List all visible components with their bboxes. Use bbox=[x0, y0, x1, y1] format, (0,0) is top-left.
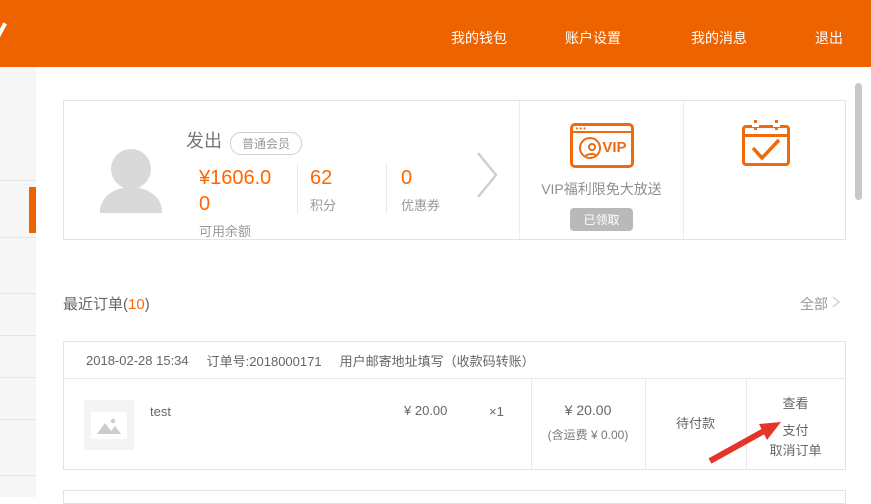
recent-orders-title: 最近订单(10) bbox=[63, 293, 150, 314]
top-header-bar: 我的钱包 账户设置 我的消息 退出 bbox=[0, 0, 871, 67]
coupons-value: 0 bbox=[401, 165, 440, 191]
order-card: 2018-02-28 15:34 订单号:2018000171 用户邮寄地址填写… bbox=[63, 341, 846, 470]
calendar-header-line bbox=[745, 134, 787, 137]
sidebar-divider bbox=[0, 237, 36, 238]
avatar-head-shape bbox=[111, 149, 151, 189]
order-total: ¥ 20.00 bbox=[531, 402, 645, 418]
avatar-body-shape bbox=[100, 187, 162, 213]
points-label: 积分 bbox=[310, 195, 336, 214]
points-stat: 62 积分 bbox=[310, 165, 336, 214]
nav-my-wallet[interactable]: 我的钱包 bbox=[451, 28, 507, 48]
image-placeholder-icon bbox=[91, 412, 127, 439]
chevron-right-small-icon[interactable] bbox=[831, 295, 841, 314]
member-level-badge: 普通会员 bbox=[230, 132, 302, 155]
vip-promo-text: VIP福利限免大放送 bbox=[541, 179, 662, 199]
shipping-note: (含运费 ¥ 0.00) bbox=[531, 426, 645, 443]
title-prefix: 最近订单( bbox=[63, 296, 128, 313]
nav-account-settings[interactable]: 账户设置 bbox=[565, 28, 621, 48]
next-order-card-fragment bbox=[63, 490, 846, 504]
points-value: 62 bbox=[310, 165, 336, 191]
claimed-button[interactable]: 已领取 bbox=[570, 208, 632, 231]
person-head-shape bbox=[588, 143, 596, 151]
sidebar-divider bbox=[0, 335, 36, 336]
vip-badge-text: VIP bbox=[602, 139, 626, 156]
coupons-label: 优惠券 bbox=[401, 195, 440, 214]
signin-calendar-block[interactable] bbox=[683, 101, 847, 239]
username: 发出 bbox=[186, 127, 222, 153]
vip-browser-icon: ••• VIP bbox=[570, 123, 634, 168]
sidebar-divider bbox=[0, 180, 36, 181]
vip-promo-block[interactable]: ••• VIP VIP福利限免大放送 已领取 bbox=[519, 101, 683, 239]
sidebar-divider bbox=[0, 419, 36, 420]
vip-member-search-icon bbox=[579, 137, 601, 159]
sidebar-divider bbox=[0, 293, 36, 294]
order-status: 待付款 bbox=[645, 413, 746, 432]
sidebar-divider bbox=[0, 377, 36, 378]
profile-card: 发出 普通会员 ¥1606.00 可用余额 62 积分 0 优惠券 ••• VI… bbox=[63, 100, 846, 240]
calendar-ring-gap bbox=[752, 123, 759, 127]
calendar-check-icon bbox=[742, 120, 790, 166]
calendar-ring-gap bbox=[773, 123, 780, 127]
product-quantity: ×1 bbox=[489, 404, 504, 419]
action-cancel-link[interactable]: 取消订单 bbox=[746, 440, 845, 459]
balance-stat: ¥1606.00 可用余额 bbox=[199, 165, 279, 240]
sidebar-collapsed bbox=[0, 67, 36, 497]
chevron-right-icon[interactable] bbox=[474, 149, 500, 206]
title-suffix: ) bbox=[145, 296, 150, 313]
balance-value: ¥1606.00 bbox=[199, 165, 279, 217]
stat-divider bbox=[386, 164, 387, 214]
column-divider bbox=[531, 379, 532, 469]
order-description: 用户邮寄地址填写（收款码转账） bbox=[340, 351, 535, 370]
action-pay-link[interactable]: 支付 bbox=[746, 420, 845, 439]
sidebar-divider bbox=[0, 475, 36, 476]
product-name[interactable]: test bbox=[150, 404, 171, 419]
order-time: 2018-02-28 15:34 bbox=[86, 353, 189, 368]
sidebar-active-indicator bbox=[29, 187, 36, 233]
nav-my-messages[interactable]: 我的消息 bbox=[691, 28, 747, 48]
coupons-stat: 0 优惠券 bbox=[401, 165, 440, 214]
nav-logout[interactable]: 退出 bbox=[815, 28, 843, 48]
order-header-row: 2018-02-28 15:34 订单号:2018000171 用户邮寄地址填写… bbox=[64, 342, 845, 379]
person-body-shape bbox=[583, 153, 600, 159]
action-view-link[interactable]: 查看 bbox=[746, 393, 845, 412]
vertical-scrollbar-thumb[interactable] bbox=[855, 83, 862, 200]
view-all-link[interactable]: 全部 bbox=[800, 294, 828, 314]
checkmark-shape bbox=[750, 138, 782, 162]
orders-count: 10 bbox=[128, 296, 145, 313]
order-number: 订单号:2018000171 bbox=[207, 351, 322, 370]
logo-fragment bbox=[0, 22, 7, 43]
user-avatar[interactable] bbox=[98, 149, 164, 213]
stat-divider bbox=[297, 164, 298, 214]
product-unit-price: ¥ 20.00 bbox=[404, 403, 447, 418]
balance-label: 可用余额 bbox=[199, 221, 279, 240]
product-thumbnail[interactable] bbox=[84, 400, 134, 450]
vip-icon-topbar bbox=[573, 131, 631, 133]
order-body-row: test ¥ 20.00 ×1 ¥ 20.00 (含运费 ¥ 0.00) 待付款… bbox=[64, 379, 845, 469]
